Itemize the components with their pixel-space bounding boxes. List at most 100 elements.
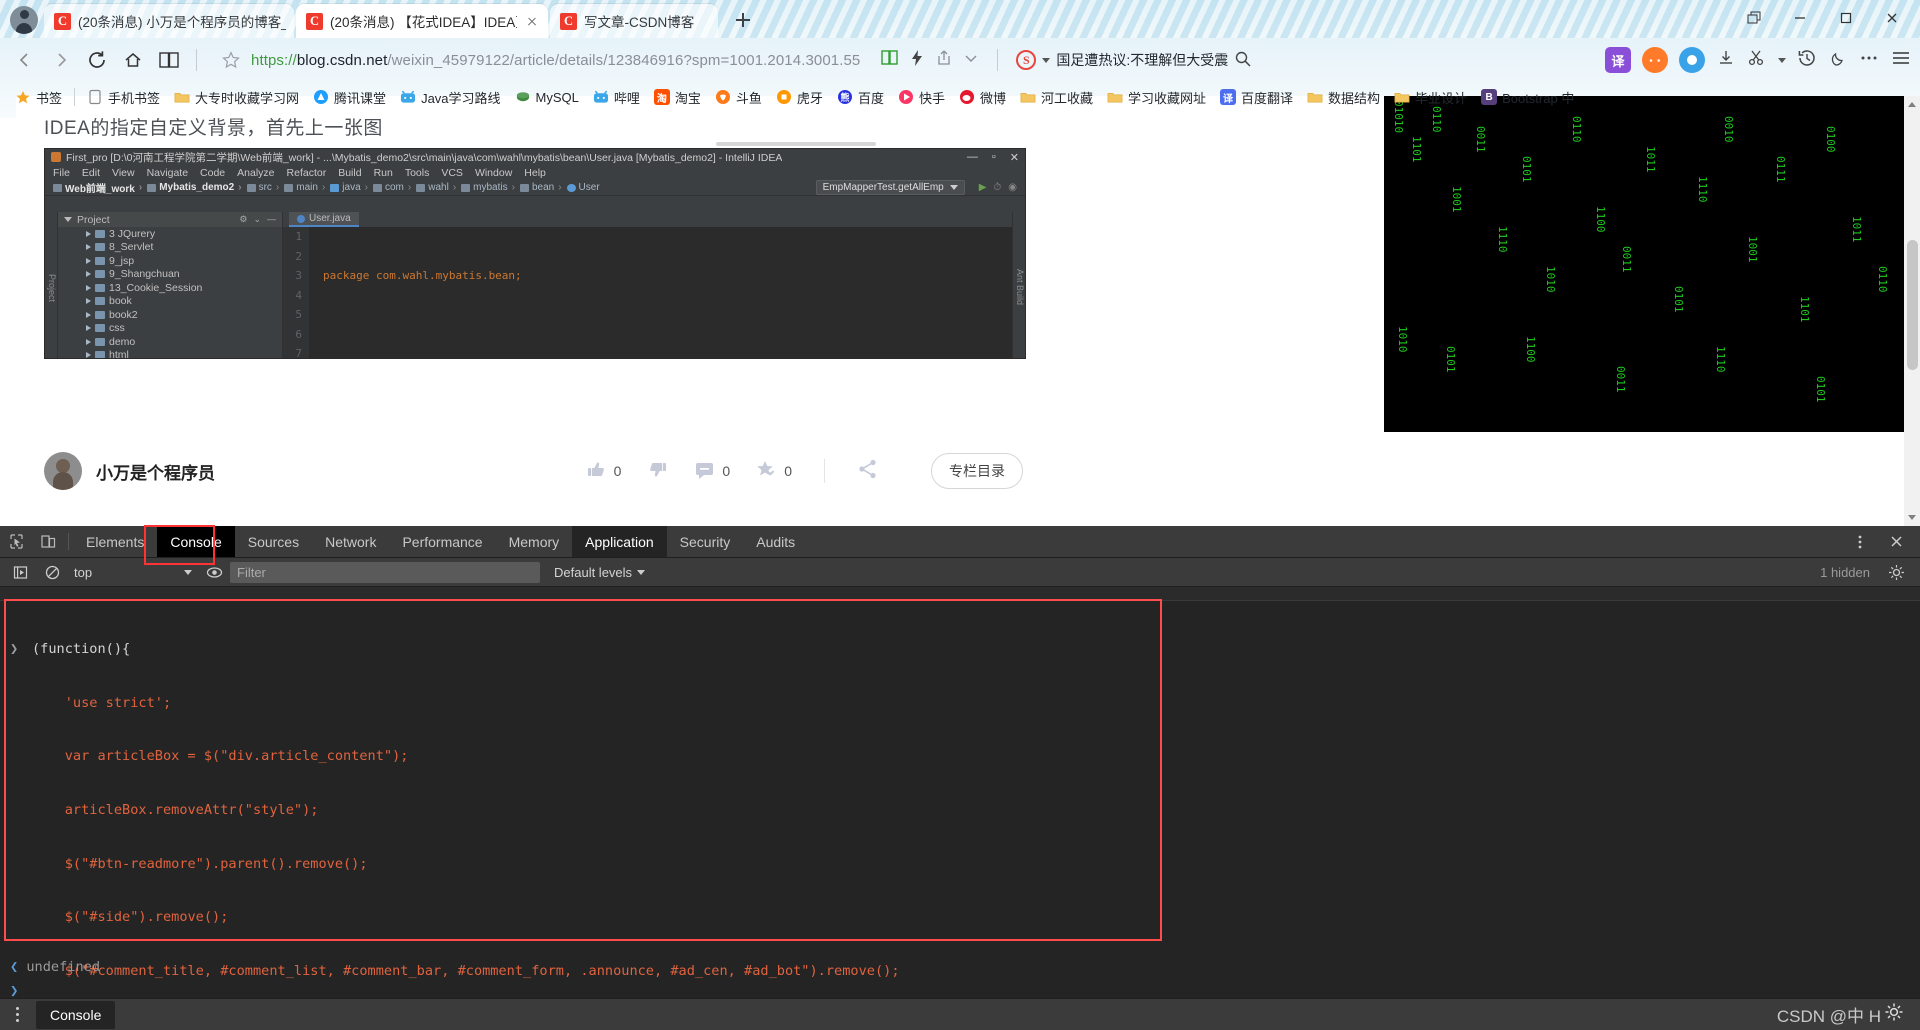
share-icon[interactable]: [935, 49, 953, 72]
idea-menu-analyze[interactable]: Analyze: [237, 167, 274, 179]
back-icon[interactable]: [8, 43, 42, 77]
idea-minimize-icon[interactable]: —: [967, 151, 978, 164]
idea-close-icon[interactable]: ✕: [1010, 151, 1019, 164]
search-box[interactable]: S 国足遭热议:不理解但大受震: [1016, 50, 1252, 71]
idea-menu-build[interactable]: Build: [338, 167, 361, 179]
page-scrollbar[interactable]: [1904, 96, 1920, 526]
window-close-icon[interactable]: [1870, 4, 1914, 32]
tab-sources[interactable]: Sources: [235, 526, 312, 557]
breadcrumb-item[interactable]: src ›: [246, 182, 281, 193]
chevron-down-icon[interactable]: [637, 569, 646, 575]
idea-menu-tools[interactable]: Tools: [405, 167, 430, 179]
idea-menu-window[interactable]: Window: [475, 167, 512, 179]
idea-menu-code[interactable]: Code: [200, 167, 225, 179]
tree-node[interactable]: 9_Shangchuan: [58, 268, 282, 282]
minimize-panel-icon[interactable]: —: [267, 214, 276, 225]
chevron-down-icon[interactable]: [949, 185, 958, 190]
more-vertical-icon[interactable]: [8, 1007, 26, 1022]
browser-tab-1[interactable]: C (20条消息) 小万是个程序员的博客_CS: [44, 4, 294, 38]
gear-icon[interactable]: [1880, 564, 1912, 581]
breadcrumb-item[interactable]: mybatis ›: [461, 182, 516, 193]
settings-icon[interactable]: ⚙: [239, 214, 247, 225]
bookmark-item[interactable]: 河工收藏: [1013, 85, 1100, 110]
thumb-up-icon[interactable]: [586, 459, 607, 484]
thumb-down-icon[interactable]: [647, 459, 668, 484]
tree-node[interactable]: 8_Servlet: [58, 241, 282, 255]
chevron-down-icon[interactable]: [184, 569, 192, 575]
tab-network[interactable]: Network: [312, 526, 389, 557]
live-expression-icon[interactable]: [198, 564, 230, 581]
coin-extension-icon[interactable]: [1679, 47, 1705, 73]
reading-list-icon[interactable]: [152, 43, 186, 77]
address-bar[interactable]: https://blog.csdn.net/weixin_45979122/ar…: [213, 44, 1597, 76]
author-name[interactable]: 小万是个程序员: [96, 459, 215, 484]
history-icon[interactable]: [1797, 48, 1817, 73]
chevron-down-icon[interactable]: [64, 217, 72, 222]
bookmark-item[interactable]: 大专时收藏学习网: [167, 85, 306, 110]
breadcrumb-item[interactable]: Web前端_work ›: [53, 180, 143, 195]
bookmark-item[interactable]: B Bootstrap 中: [1474, 85, 1581, 110]
chevron-down-icon[interactable]: [963, 50, 979, 71]
console-prompt[interactable]: ❯: [10, 983, 18, 999]
console-filter-input[interactable]: Filter: [230, 561, 540, 583]
tree-node[interactable]: demo: [58, 335, 282, 349]
idea-menu-navigate[interactable]: Navigate: [147, 167, 188, 179]
sogou-search-icon[interactable]: S: [1016, 50, 1037, 70]
tab-performance[interactable]: Performance: [389, 526, 495, 557]
tree-node[interactable]: book2: [58, 308, 282, 322]
tab-close-icon[interactable]: [524, 13, 540, 29]
run-icon[interactable]: ▶: [979, 182, 987, 193]
tree-node[interactable]: 9_jsp: [58, 254, 282, 268]
context-selector[interactable]: top: [68, 562, 198, 583]
tab-console[interactable]: Console: [157, 526, 235, 557]
log-levels-dropdown[interactable]: Default levels: [554, 565, 646, 580]
tab-memory[interactable]: Memory: [496, 526, 573, 557]
idea-code-area[interactable]: 12 34 56 78 package com.wahl.mybatis.bea…: [283, 227, 1012, 358]
bookmark-item[interactable]: 哔哩: [586, 85, 647, 110]
bookmark-item[interactable]: 斗鱼: [708, 85, 769, 110]
bookmark-item[interactable]: 毕业设计: [1387, 85, 1474, 110]
column-directory-button[interactable]: 专栏目录: [931, 453, 1023, 489]
idea-menu-run[interactable]: Run: [374, 167, 393, 179]
breadcrumb-item[interactable]: bean ›: [519, 182, 563, 193]
home-icon[interactable]: [116, 43, 150, 77]
window-minimize-icon[interactable]: [1778, 4, 1822, 32]
bookmark-item[interactable]: 译 百度翻译: [1213, 85, 1300, 110]
scroll-down-icon[interactable]: [1908, 515, 1916, 520]
scrollbar-thumb[interactable]: [1907, 240, 1918, 370]
reload-icon[interactable]: [80, 43, 114, 77]
more-icon[interactable]: [1859, 48, 1879, 73]
close-icon[interactable]: [1880, 534, 1912, 549]
idea-menu-view[interactable]: View: [112, 167, 135, 179]
menu-icon[interactable]: [1890, 48, 1912, 73]
dislike-stat[interactable]: [647, 459, 668, 484]
bookmark-item[interactable]: 书签: [8, 85, 69, 110]
browser-tab-2-active[interactable]: C (20条消息) 【花式IDEA】IDEA更换: [296, 4, 548, 38]
execute-icon[interactable]: [4, 564, 36, 581]
coverage-icon[interactable]: ◉: [1008, 182, 1017, 193]
download-icon[interactable]: [1716, 48, 1736, 73]
like-stat[interactable]: 0: [586, 459, 621, 484]
comment-icon[interactable]: [694, 459, 715, 484]
breadcrumb-item[interactable]: java ›: [330, 182, 369, 193]
tab-security[interactable]: Security: [667, 526, 744, 557]
bookmark-item[interactable]: 微博: [952, 85, 1013, 110]
tree-node[interactable]: css: [58, 322, 282, 336]
translate-extension-icon[interactable]: 译: [1605, 47, 1631, 73]
idea-menu-file[interactable]: File: [53, 167, 70, 179]
breadcrumb-item[interactable]: User: [566, 182, 600, 193]
search-icon[interactable]: [1234, 50, 1252, 71]
avatar[interactable]: [44, 452, 82, 490]
bookmark-item[interactable]: 学习收藏网址: [1100, 85, 1213, 110]
console-output[interactable]: ❯ (function(){ 'use strict'; var articleB…: [0, 587, 1920, 1008]
cut-icon[interactable]: [1747, 48, 1767, 73]
moon-icon[interactable]: [1828, 48, 1848, 73]
tree-node[interactable]: html: [58, 349, 282, 358]
chevron-down-icon[interactable]: [1042, 57, 1051, 63]
comment-stat[interactable]: 0: [694, 459, 730, 484]
breadcrumb-item[interactable]: com ›: [372, 182, 412, 193]
bookmark-item[interactable]: 手机书签: [80, 85, 167, 110]
lightning-icon[interactable]: [909, 49, 925, 72]
window-restore-down-icon[interactable]: [1732, 4, 1776, 32]
bookmark-item[interactable]: 数据结构: [1300, 85, 1387, 110]
